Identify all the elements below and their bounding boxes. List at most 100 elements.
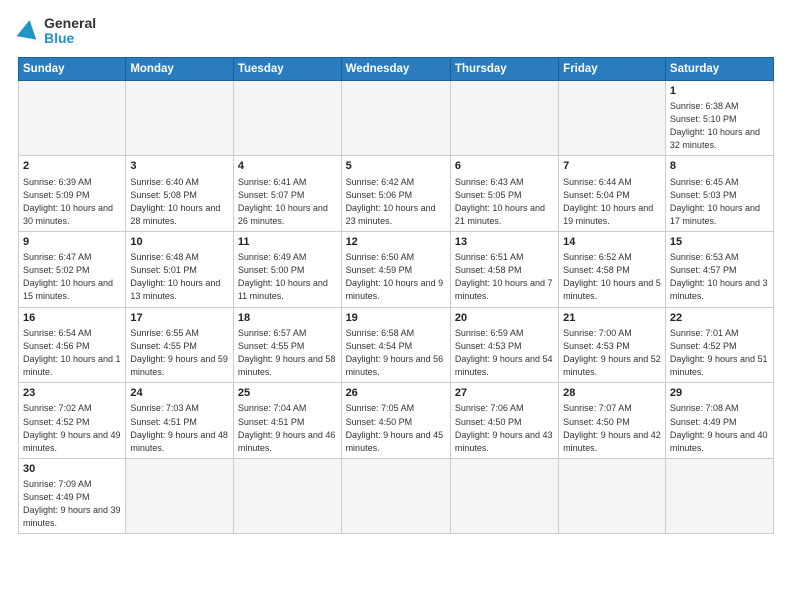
day-number: 13 — [455, 235, 554, 250]
calendar-day-cell: 13Sunrise: 6:51 AM Sunset: 4:58 PM Dayli… — [450, 231, 558, 307]
day-number: 22 — [670, 311, 769, 326]
day-number: 29 — [670, 386, 769, 401]
day-info: Sunrise: 7:07 AM Sunset: 4:50 PM Dayligh… — [563, 402, 661, 454]
day-of-week-header: Sunday — [19, 57, 126, 80]
day-number: 27 — [455, 386, 554, 401]
calendar-day-cell — [126, 458, 234, 534]
calendar-day-cell — [341, 80, 450, 156]
day-number: 8 — [670, 159, 769, 174]
logo-blue: Blue — [44, 31, 96, 46]
day-info: Sunrise: 6:57 AM Sunset: 4:55 PM Dayligh… — [238, 327, 337, 379]
day-number: 4 — [238, 159, 337, 174]
day-info: Sunrise: 6:48 AM Sunset: 5:01 PM Dayligh… — [130, 251, 229, 303]
day-info: Sunrise: 6:38 AM Sunset: 5:10 PM Dayligh… — [670, 100, 769, 152]
day-number: 2 — [23, 159, 121, 174]
calendar-day-cell: 1Sunrise: 6:38 AM Sunset: 5:10 PM Daylig… — [665, 80, 773, 156]
day-number: 3 — [130, 159, 229, 174]
calendar-day-cell: 16Sunrise: 6:54 AM Sunset: 4:56 PM Dayli… — [19, 307, 126, 383]
day-number: 30 — [23, 462, 121, 477]
calendar-day-cell: 25Sunrise: 7:04 AM Sunset: 4:51 PM Dayli… — [233, 383, 341, 459]
day-info: Sunrise: 6:58 AM Sunset: 4:54 PM Dayligh… — [346, 327, 446, 379]
calendar-day-cell: 14Sunrise: 6:52 AM Sunset: 4:58 PM Dayli… — [559, 231, 666, 307]
calendar-day-cell: 27Sunrise: 7:06 AM Sunset: 4:50 PM Dayli… — [450, 383, 558, 459]
day-number: 26 — [346, 386, 446, 401]
day-number: 14 — [563, 235, 661, 250]
logo-container: General Blue — [18, 16, 96, 47]
calendar-day-cell: 7 Sunrise: 6:44 AM Sunset: 5:04 PM Daylig… — [559, 156, 666, 232]
day-info: Sunrise: 6:51 AM Sunset: 4:58 PM Dayligh… — [455, 251, 554, 303]
day-info: Sunrise: 6:50 AM Sunset: 4:59 PM Dayligh… — [346, 251, 446, 303]
calendar-day-cell — [233, 458, 341, 534]
day-number: 6 — [455, 159, 554, 174]
calendar-table: SundayMondayTuesdayWednesdayThursdayFrid… — [18, 57, 774, 534]
day-info: Sunrise: 7:00 AM Sunset: 4:53 PM Dayligh… — [563, 327, 661, 379]
day-of-week-header: Monday — [126, 57, 234, 80]
day-of-week-header: Tuesday — [233, 57, 341, 80]
logo-general: General — [44, 16, 96, 31]
calendar-day-cell: 5Sunrise: 6:42 AM Sunset: 5:06 PM Daylig… — [341, 156, 450, 232]
day-info: Sunrise: 6:49 AM Sunset: 5:00 PM Dayligh… — [238, 251, 337, 303]
calendar-day-cell: 17Sunrise: 6:55 AM Sunset: 4:55 PM Dayli… — [126, 307, 234, 383]
day-number: 1 — [670, 84, 769, 99]
calendar-day-cell — [559, 80, 666, 156]
day-info: Sunrise: 6:52 AM Sunset: 4:58 PM Dayligh… — [563, 251, 661, 303]
calendar-day-cell: 9Sunrise: 6:47 AM Sunset: 5:02 PM Daylig… — [19, 231, 126, 307]
calendar-day-cell: 18Sunrise: 6:57 AM Sunset: 4:55 PM Dayli… — [233, 307, 341, 383]
calendar-day-cell — [19, 80, 126, 156]
day-info: Sunrise: 7:08 AM Sunset: 4:49 PM Dayligh… — [670, 402, 769, 454]
calendar-day-cell: 15Sunrise: 6:53 AM Sunset: 4:57 PM Dayli… — [665, 231, 773, 307]
day-number: 20 — [455, 311, 554, 326]
calendar-day-cell — [559, 458, 666, 534]
day-info: Sunrise: 7:09 AM Sunset: 4:49 PM Dayligh… — [23, 478, 121, 530]
calendar-day-cell: 26Sunrise: 7:05 AM Sunset: 4:50 PM Dayli… — [341, 383, 450, 459]
calendar-day-cell: 29Sunrise: 7:08 AM Sunset: 4:49 PM Dayli… — [665, 383, 773, 459]
day-info: Sunrise: 6:40 AM Sunset: 5:08 PM Dayligh… — [130, 176, 229, 228]
day-info: Sunrise: 6:39 AM Sunset: 5:09 PM Dayligh… — [23, 176, 121, 228]
day-number: 7 — [563, 159, 661, 174]
day-info: Sunrise: 7:04 AM Sunset: 4:51 PM Dayligh… — [238, 402, 337, 454]
calendar-day-cell: 2 Sunrise: 6:39 AM Sunset: 5:09 PM Daylig… — [19, 156, 126, 232]
calendar-day-cell: 3 Sunrise: 6:40 AM Sunset: 5:08 PM Daylig… — [126, 156, 234, 232]
calendar-day-cell: 21Sunrise: 7:00 AM Sunset: 4:53 PM Dayli… — [559, 307, 666, 383]
day-of-week-header: Thursday — [450, 57, 558, 80]
day-info: Sunrise: 6:53 AM Sunset: 4:57 PM Dayligh… — [670, 251, 769, 303]
day-number: 9 — [23, 235, 121, 250]
calendar-day-cell: 24Sunrise: 7:03 AM Sunset: 4:51 PM Dayli… — [126, 383, 234, 459]
day-number: 28 — [563, 386, 661, 401]
calendar-day-cell: 30Sunrise: 7:09 AM Sunset: 4:49 PM Dayli… — [19, 458, 126, 534]
day-of-week-header: Friday — [559, 57, 666, 80]
day-number: 24 — [130, 386, 229, 401]
calendar-day-cell: 11Sunrise: 6:49 AM Sunset: 5:00 PM Dayli… — [233, 231, 341, 307]
day-info: Sunrise: 6:47 AM Sunset: 5:02 PM Dayligh… — [23, 251, 121, 303]
calendar-day-cell: 6Sunrise: 6:43 AM Sunset: 5:05 PM Daylig… — [450, 156, 558, 232]
day-info: Sunrise: 6:41 AM Sunset: 5:07 PM Dayligh… — [238, 176, 337, 228]
day-info: Sunrise: 7:02 AM Sunset: 4:52 PM Dayligh… — [23, 402, 121, 454]
day-number: 12 — [346, 235, 446, 250]
calendar-header-row: SundayMondayTuesdayWednesdayThursdayFrid… — [19, 57, 774, 80]
day-info: Sunrise: 6:44 AM Sunset: 5:04 PM Dayligh… — [563, 176, 661, 228]
calendar-day-cell: 4 Sunrise: 6:41 AM Sunset: 5:07 PM Daylig… — [233, 156, 341, 232]
day-number: 21 — [563, 311, 661, 326]
calendar-day-cell — [665, 458, 773, 534]
calendar-day-cell: 8Sunrise: 6:45 AM Sunset: 5:03 PM Daylig… — [665, 156, 773, 232]
day-info: Sunrise: 7:06 AM Sunset: 4:50 PM Dayligh… — [455, 402, 554, 454]
calendar-day-cell: 12Sunrise: 6:50 AM Sunset: 4:59 PM Dayli… — [341, 231, 450, 307]
day-info: Sunrise: 6:54 AM Sunset: 4:56 PM Dayligh… — [23, 327, 121, 379]
day-of-week-header: Wednesday — [341, 57, 450, 80]
calendar-day-cell: 10Sunrise: 6:48 AM Sunset: 5:01 PM Dayli… — [126, 231, 234, 307]
day-info: Sunrise: 7:01 AM Sunset: 4:52 PM Dayligh… — [670, 327, 769, 379]
calendar-day-cell — [450, 80, 558, 156]
calendar-day-cell: 22Sunrise: 7:01 AM Sunset: 4:52 PM Dayli… — [665, 307, 773, 383]
day-number: 16 — [23, 311, 121, 326]
calendar-day-cell — [126, 80, 234, 156]
day-number: 19 — [346, 311, 446, 326]
page-header: General Blue — [18, 16, 774, 47]
day-number: 15 — [670, 235, 769, 250]
day-number: 5 — [346, 159, 446, 174]
day-info: Sunrise: 7:03 AM Sunset: 4:51 PM Dayligh… — [130, 402, 229, 454]
calendar-day-cell: 28Sunrise: 7:07 AM Sunset: 4:50 PM Dayli… — [559, 383, 666, 459]
day-info: Sunrise: 6:59 AM Sunset: 4:53 PM Dayligh… — [455, 327, 554, 379]
day-info: Sunrise: 7:05 AM Sunset: 4:50 PM Dayligh… — [346, 402, 446, 454]
calendar-day-cell — [450, 458, 558, 534]
calendar-day-cell: 23Sunrise: 7:02 AM Sunset: 4:52 PM Dayli… — [19, 383, 126, 459]
